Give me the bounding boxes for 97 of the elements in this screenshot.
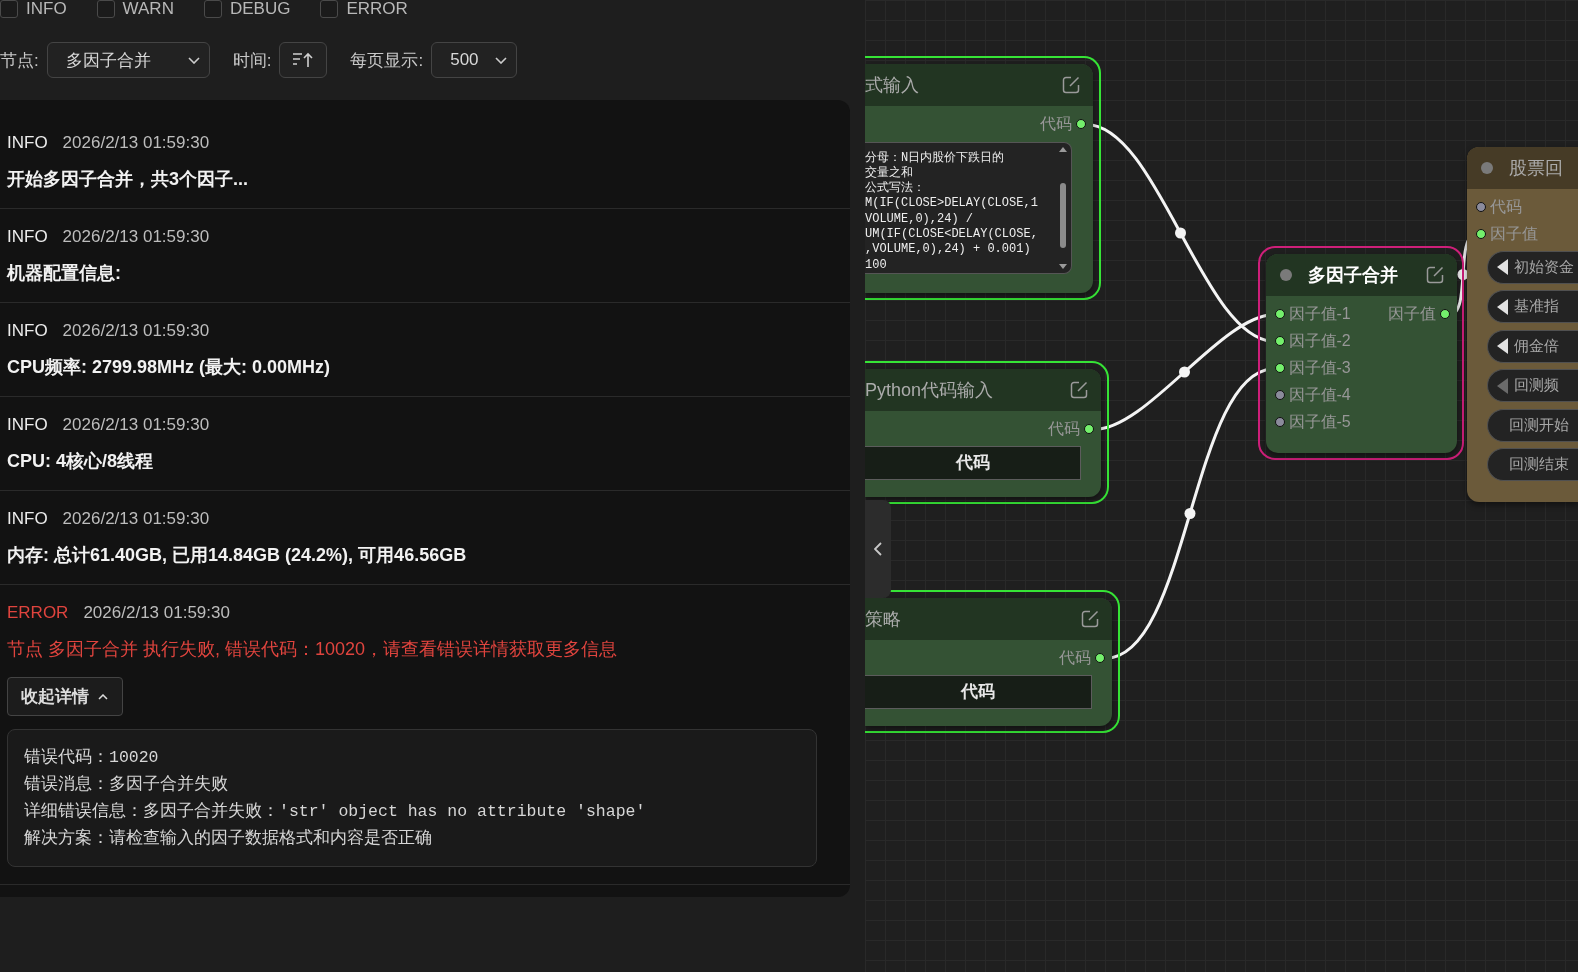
slot-label: 因子值-4	[1288, 385, 1351, 405]
scroll-down-arrow-icon[interactable]	[1059, 263, 1067, 269]
error-detail-line: 详细错误信息：多因子合并失败：'str' object has no attribute 'shape'	[24, 801, 646, 823]
node-card[interactable]: 多因子合并 因子值-1 因子值 因子值-2 因子值-3 因子值-4 因子值-5	[1265, 253, 1457, 453]
chevron-down-icon	[187, 56, 200, 64]
checkbox[interactable]	[320, 0, 339, 18]
log-message: 内存: 总计61.40GB, 已用14.84GB (24.2%), 可用46.56GB	[7, 544, 468, 567]
log-level: INFO	[7, 226, 48, 248]
node-filter-label: 节点:	[0, 49, 39, 72]
checkbox-label[interactable]: DEBUG	[229, 0, 291, 18]
log-level: ERROR	[7, 602, 69, 624]
parameter-field[interactable]: 回测频	[1486, 369, 1578, 402]
node-title: 式输入	[865, 73, 920, 97]
slot-label: 因子值	[1489, 224, 1538, 244]
scrollbar-thumb[interactable]	[1060, 182, 1066, 248]
slot-label: 因子值-2	[1288, 331, 1351, 351]
input-slot-icon[interactable]	[1274, 309, 1285, 319]
error-detail-line: 错误代码：10020	[24, 747, 159, 769]
log-timestamp: 2026/2/13 01:59:30	[83, 602, 230, 624]
parameter-field[interactable]: 回测开始	[1486, 408, 1578, 442]
node-title: 策略	[865, 607, 902, 631]
log-level: INFO	[7, 508, 48, 530]
log-message: CPU频率: 2799.98MHz (最大: 0.00MHz)	[7, 356, 332, 379]
chevron-down-icon	[495, 56, 508, 64]
log-message: 机器配置信息:	[7, 262, 122, 285]
left-arrow-icon[interactable]	[1496, 298, 1508, 315]
checkbox-label[interactable]: WARN	[122, 0, 174, 18]
parameter-field[interactable]: 基准指	[1486, 290, 1578, 323]
log-level: INFO	[7, 132, 48, 154]
input-slot-icon[interactable]	[1274, 363, 1285, 373]
output-slot-icon[interactable]	[1076, 119, 1086, 129]
time-sort-label: 时间:	[232, 49, 272, 72]
slot-label: 因子值-1	[1288, 304, 1351, 324]
log-timestamp: 2026/2/13 01:59:30	[62, 226, 210, 248]
node-title: 多因子合并	[1307, 263, 1399, 287]
wire-midpoint-icon[interactable]	[1184, 508, 1196, 519]
collapse-details-button[interactable]: 收起详情	[7, 677, 123, 716]
scroll-up-arrow-icon[interactable]	[1059, 146, 1067, 152]
log-level: INFO	[7, 414, 48, 436]
slot-label: 因子值	[1387, 304, 1436, 324]
log-level: INFO	[7, 320, 48, 342]
left-arrow-icon[interactable]	[1496, 338, 1508, 354]
edit-icon[interactable]	[1062, 75, 1080, 94]
left-arrow-icon[interactable]	[1496, 259, 1508, 275]
slot-label: 代码	[1059, 648, 1091, 668]
edit-icon[interactable]	[1425, 265, 1444, 284]
chevron-left-icon	[874, 542, 882, 556]
checkbox-label[interactable]: ERROR	[346, 0, 408, 18]
checkbox[interactable]	[203, 0, 222, 18]
log-timestamp: 2026/2/13 01:59:30	[62, 320, 210, 342]
input-slot-icon[interactable]	[1274, 390, 1285, 400]
log-timestamp: 2026/2/13 01:59:30	[62, 414, 210, 436]
wire-midpoint-icon[interactable]	[1179, 366, 1190, 378]
output-slot-icon[interactable]	[1084, 424, 1094, 434]
slot-label: 因子值-3	[1288, 358, 1351, 378]
node-select[interactable]: 多因子合并	[46, 42, 210, 78]
status-dot-icon	[1480, 161, 1493, 174]
parameter-field[interactable]: 佣金倍	[1486, 329, 1578, 363]
parameter-field[interactable]: 回测结束	[1486, 448, 1578, 481]
input-slot-icon[interactable]	[1274, 417, 1285, 427]
slot-label: 代码	[1048, 419, 1080, 439]
slot-label: 代码	[1489, 197, 1522, 217]
checkbox[interactable]	[0, 0, 18, 18]
slot-label: 因子值-5	[1288, 412, 1351, 432]
error-detail-line: 错误消息：多因子合并失败	[24, 774, 228, 796]
edit-icon[interactable]	[1081, 609, 1099, 628]
input-slot-icon[interactable]	[1475, 202, 1486, 212]
edit-icon[interactable]	[1070, 380, 1088, 399]
log-message: CPU: 4核心/8线程	[7, 450, 155, 473]
output-slot-icon[interactable]	[1095, 653, 1105, 663]
output-slot-icon[interactable]	[1439, 309, 1450, 319]
node-card[interactable]: 策略 代码 代码	[865, 597, 1112, 726]
code-textarea[interactable]: 分母：N日内股价下跌日的 交量之和 公式写法： M(IF(CLOSE>DELAY(CLOSE,1 VOLUME,0),24) / UM(IF(CLOSE<DELAY(CLOSE, ,VOLUME,0),24) + 0.001) 100	[865, 141, 1072, 274]
log-timestamp: 2026/2/13 01:59:30	[62, 132, 210, 154]
code-button[interactable]: 代码	[865, 445, 1081, 480]
input-slot-icon[interactable]	[1475, 229, 1486, 239]
sort-button[interactable]	[279, 42, 328, 78]
sort-ascending-icon	[292, 52, 315, 68]
code-button[interactable]: 代码	[865, 674, 1092, 709]
node-card[interactable]: 式输入 代码 分母：N日内股价下跌日的 交量之和 公式写法： M(IF(CLOSE>DELAY(CLOSE,1 VOLUME,0),24) / UM(IF(CLOSE<DELAY(CLOSE, ,VOLUME,0),24) + 0.001) 100	[865, 63, 1093, 293]
error-detail-line: 解决方案：请检查输入的因子数据格式和内容是否正确	[24, 827, 432, 850]
checkbox-label[interactable]: INFO	[26, 0, 67, 18]
status-dot-icon	[1279, 268, 1292, 281]
slot-label: 代码	[1040, 114, 1072, 134]
page-size-select[interactable]: 500	[431, 42, 518, 78]
log-timestamp: 2026/2/13 01:59:30	[62, 508, 210, 530]
wire-midpoint-icon[interactable]	[1175, 227, 1186, 239]
log-message: 开始多因子合并，共3个因子...	[7, 168, 249, 191]
node-title: 股票回	[1508, 156, 1564, 180]
node-title: Python代码输入	[865, 378, 995, 402]
page-size-label: 每页显示:	[350, 49, 424, 72]
input-slot-icon[interactable]	[1274, 336, 1285, 346]
checkbox[interactable]	[96, 0, 115, 18]
node-card[interactable]: 股票回 代码 因子值 初始资金 基准指 佣金倍 回测频 回测开始 回测结束	[1466, 146, 1578, 502]
log-message: 节点 多因子合并 执行失败, 错误代码：10020，请查看错误详情获取更多信息	[7, 638, 619, 661]
parameter-field[interactable]: 初始资金	[1486, 250, 1578, 284]
node-card[interactable]: Python代码输入 代码 代码	[865, 368, 1101, 497]
